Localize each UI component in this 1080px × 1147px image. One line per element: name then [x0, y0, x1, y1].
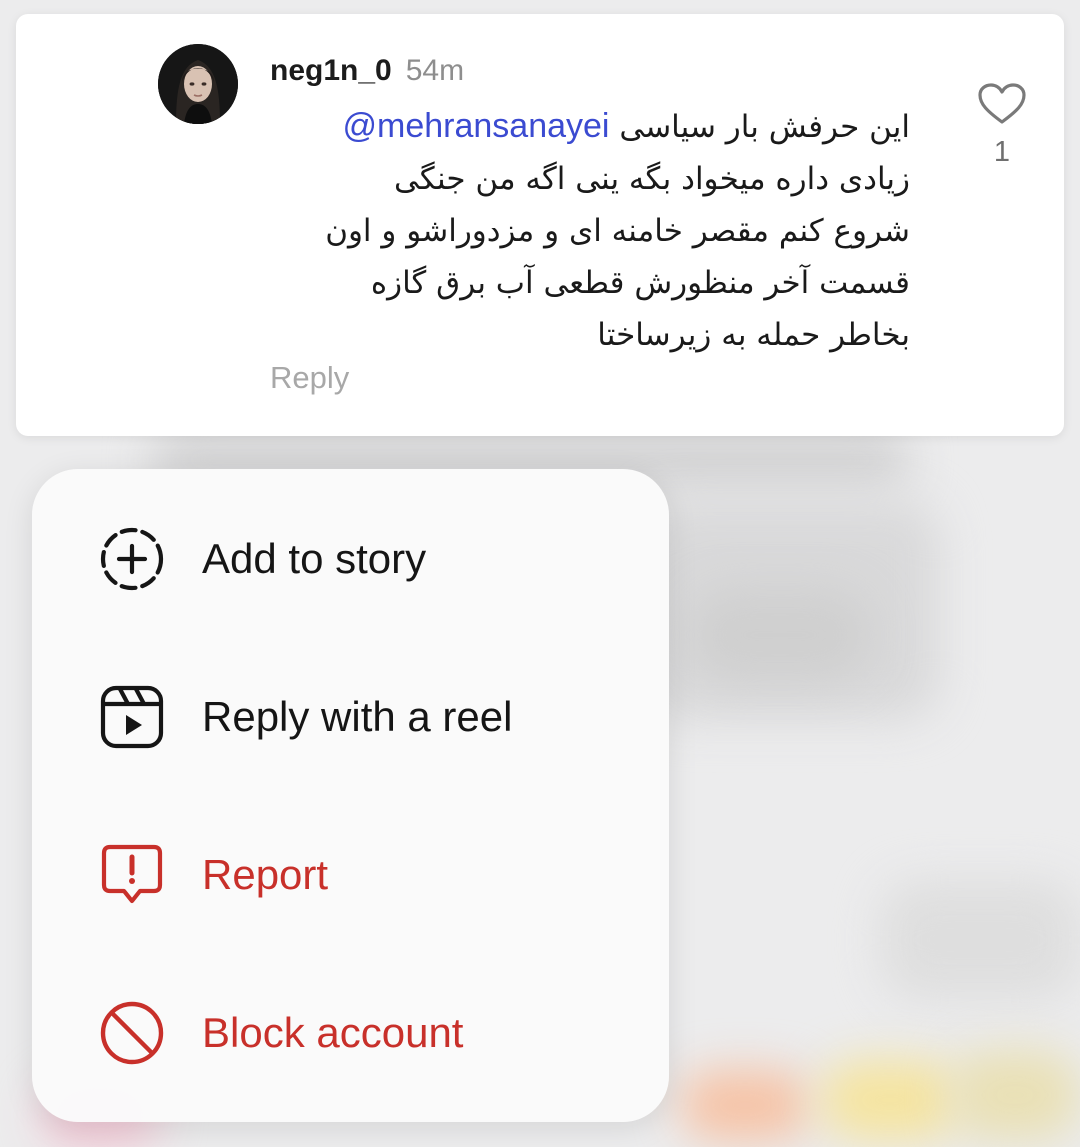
reply-button[interactable]: Reply [270, 360, 349, 396]
like-count: 1 [993, 136, 1011, 168]
comment-line: بخاطر حمله به زیرساختا [597, 317, 910, 353]
avatar[interactable] [158, 44, 238, 124]
block-icon [98, 999, 166, 1067]
comment-username[interactable]: neg1n_0 [270, 54, 392, 88]
menu-item-block-account[interactable]: Block account [32, 958, 669, 1108]
menu-item-label: Reply with a reel [202, 693, 513, 740]
comment-line: این حرفش بار سیاسی @mehransanayei [270, 100, 911, 153]
comment-context-menu: Add to story Reply with a reel Report Bl… [32, 469, 669, 1122]
menu-item-label: Add to story [202, 535, 427, 582]
menu-item-report[interactable]: Report [32, 800, 669, 950]
heart-icon [978, 83, 1026, 124]
profile-photo-icon [158, 44, 238, 124]
mention-link[interactable]: @mehransanayei [343, 107, 610, 145]
report-icon [98, 841, 166, 909]
comment-header: neg1n_0 54m [270, 54, 464, 88]
add-story-icon [98, 525, 166, 593]
comment-line: شروع کنم مقصر خامنه ای و مزدوراشو و اون [325, 213, 910, 249]
menu-item-reply-with-reel[interactable]: Reply with a reel [32, 642, 669, 792]
like-button[interactable]: 1 [974, 82, 1030, 169]
menu-item-add-to-story[interactable]: Add to story [32, 484, 669, 634]
menu-item-label: Block account [202, 1009, 464, 1056]
comment-text: این حرفش بار سیاسی @mehransanayei زیادی … [270, 100, 910, 361]
comment-line: قسمت آخر منظورش قطعی آب برق گازه [370, 265, 910, 301]
comment-line: زیادی داره میخواد بگه ینی اگه من جنگی [394, 161, 910, 197]
reel-icon [98, 683, 166, 751]
comment-timestamp: 54m [405, 54, 465, 87]
menu-item-label: Report [202, 851, 329, 898]
comment-card: neg1n_0 54m این حرفش بار سیاسی @mehransa… [16, 14, 1064, 436]
comment-line-text: این حرفش بار سیاسی [619, 109, 910, 145]
